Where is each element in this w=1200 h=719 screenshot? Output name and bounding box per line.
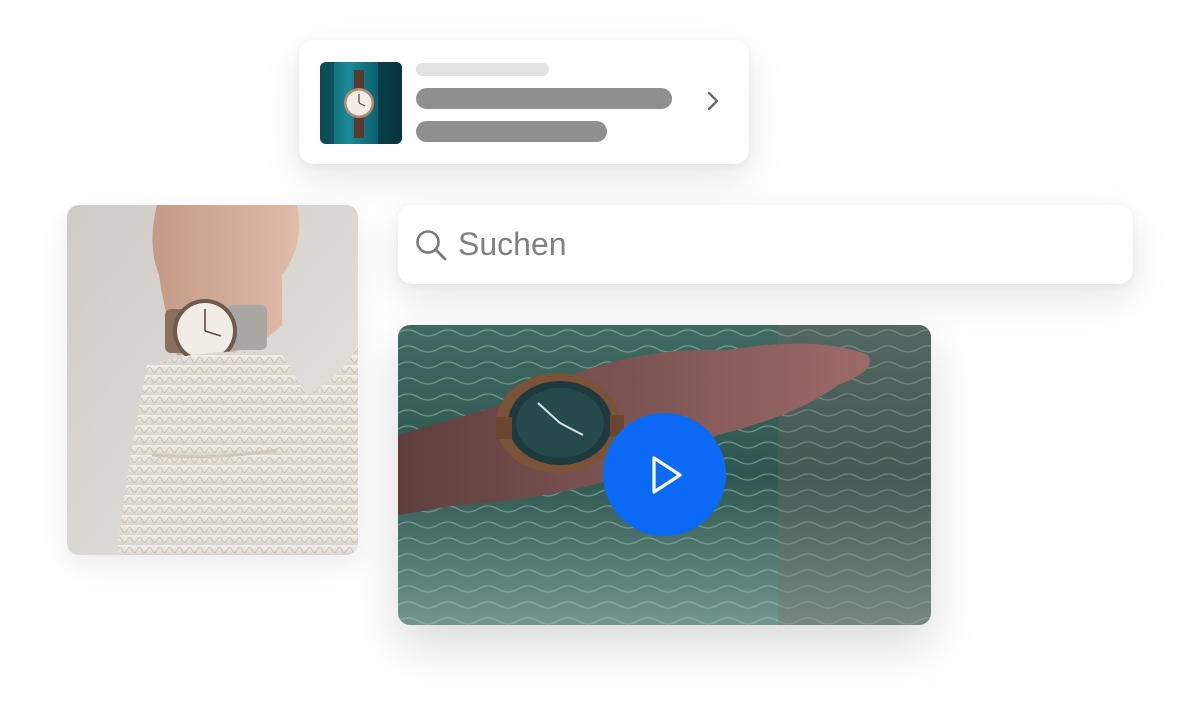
skeleton-line-title <box>416 88 672 109</box>
play-icon <box>642 452 688 498</box>
wrist-watch-photo <box>67 205 358 555</box>
skeleton-line-subtitle <box>416 121 607 142</box>
chevron-right-icon[interactable] <box>702 90 724 112</box>
video-player[interactable] <box>398 325 931 625</box>
stage <box>0 0 1200 719</box>
search-bar[interactable] <box>398 205 1133 284</box>
product-card[interactable] <box>299 40 749 164</box>
product-thumbnail <box>320 62 402 144</box>
skeleton-line-short <box>416 63 549 76</box>
search-icon <box>414 228 448 262</box>
play-button[interactable] <box>603 413 726 536</box>
search-input[interactable] <box>458 226 1058 263</box>
